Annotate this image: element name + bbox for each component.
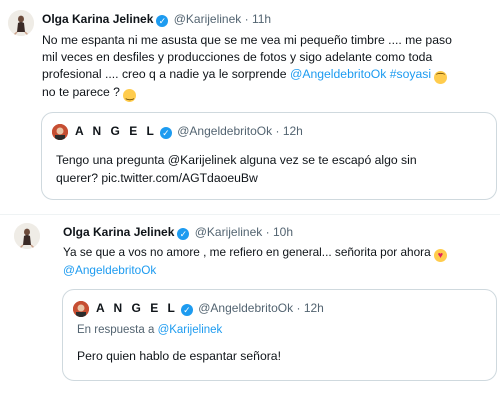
quoted-tweet[interactable]: A N G E L ✓ @AngeldebritoOk · 12h En resp…	[62, 289, 497, 381]
quote-author-handle[interactable]: @AngeldebritoOk	[177, 124, 272, 138]
tweet-text-fragment: Ya se que a vos no amore , me refiero en…	[63, 245, 431, 259]
upside-down-face-icon: ‿	[434, 71, 448, 84]
timestamp[interactable]: 11h	[252, 12, 271, 26]
tweet-header: Olga Karina Jelinek ✓ @Karijelinek · 11h	[42, 12, 271, 27]
quote-avatar[interactable]	[73, 301, 89, 317]
tweet-text-line: No me espanta ni me asusta que se me vea…	[42, 33, 452, 47]
reply-prefix: En respuesta a	[77, 324, 155, 336]
separator-dot: ·	[296, 301, 301, 315]
heart-eyes-icon: ♥	[433, 249, 447, 262]
quote-text-line: Tengo una pregunta @Karijelinek alguna v…	[56, 153, 417, 167]
separator-dot: ·	[275, 124, 280, 138]
avatar-photo	[14, 223, 40, 249]
verified-badge-icon: ✓	[177, 228, 190, 240]
mention-link[interactable]: @AngeldebritoOk	[63, 263, 156, 277]
quote-header: A N G E L ✓ @AngeldebritoOk · 12h	[96, 301, 324, 316]
tweet-text-line: no te parece ? ‿	[42, 84, 497, 102]
tweet-1[interactable]: Olga Karina Jelinek ✓ @Karijelinek · 11h …	[0, 0, 500, 215]
timestamp[interactable]: 10h	[273, 225, 293, 239]
tweet-text-line: @AngeldebritoOk	[63, 262, 498, 279]
tweet-2[interactable]: Olga Karina Jelinek ✓ @Karijelinek · 10h …	[0, 215, 500, 400]
tweet-text-fragment: no te parece ?	[42, 85, 120, 99]
quote-avatar-photo	[73, 301, 89, 317]
author-handle[interactable]: @Karijelinek	[174, 12, 242, 26]
quote-author-name[interactable]: A N G E L	[96, 301, 178, 315]
tweet-header: Olga Karina Jelinek ✓ @Karijelinek · 10h	[63, 225, 293, 240]
reply-context: En respuesta a @Karijelinek	[77, 324, 222, 336]
verified-badge-icon: ✓	[180, 304, 193, 316]
tweet-text-line: Ya se que a vos no amore , me refiero en…	[63, 244, 498, 262]
tweet-text: No me espanta ni me asusta que se me vea…	[42, 32, 497, 102]
tweet-text-fragment: profesional .... creo q a nadie ya le so…	[42, 67, 290, 81]
quote-header: A N G E L ✓ @AngeldebritoOk · 12h	[75, 124, 303, 139]
mention-link[interactable]: @AngeldebritoOk	[290, 67, 386, 81]
author-name[interactable]: Olga Karina Jelinek	[42, 12, 153, 26]
author-handle[interactable]: @Karijelinek	[195, 225, 263, 239]
separator-dot: ·	[265, 225, 270, 239]
quote-text: Pero quien hablo de espantar señora!	[77, 349, 281, 363]
tweet-text-line: profesional .... creo q a nadie ya le so…	[42, 66, 497, 84]
separator-dot: ·	[244, 12, 249, 26]
hashtag-link[interactable]: #soyasi	[390, 67, 431, 81]
quote-text-line: querer? pic.twitter.com/AGTdaoeuBw	[56, 171, 258, 185]
reply-handle-link[interactable]: @Karijelinek	[158, 324, 223, 336]
tweet-text: Ya se que a vos no amore , me refiero en…	[63, 244, 498, 279]
quote-text: Tengo una pregunta @Karijelinek alguna v…	[56, 151, 486, 187]
avatar-photo	[8, 10, 34, 36]
verified-badge-icon: ✓	[159, 127, 172, 139]
quote-author-name[interactable]: A N G E L	[75, 124, 157, 138]
quote-avatar[interactable]	[52, 124, 68, 140]
verified-badge-icon: ✓	[156, 15, 169, 27]
quote-timestamp[interactable]: 12h	[283, 124, 303, 138]
author-name[interactable]: Olga Karina Jelinek	[63, 225, 174, 239]
quote-author-handle[interactable]: @AngeldebritoOk	[198, 301, 293, 315]
tweet-text-line: mil veces en desfiles y producciones de …	[42, 50, 433, 64]
quoted-tweet[interactable]: A N G E L ✓ @AngeldebritoOk · 12h Tengo u…	[41, 112, 497, 200]
quote-timestamp[interactable]: 12h	[304, 301, 324, 315]
avatar[interactable]	[14, 223, 40, 249]
slightly-smiling-face-icon: ‿	[123, 89, 137, 102]
quote-avatar-photo	[52, 124, 68, 140]
avatar[interactable]	[8, 10, 34, 36]
